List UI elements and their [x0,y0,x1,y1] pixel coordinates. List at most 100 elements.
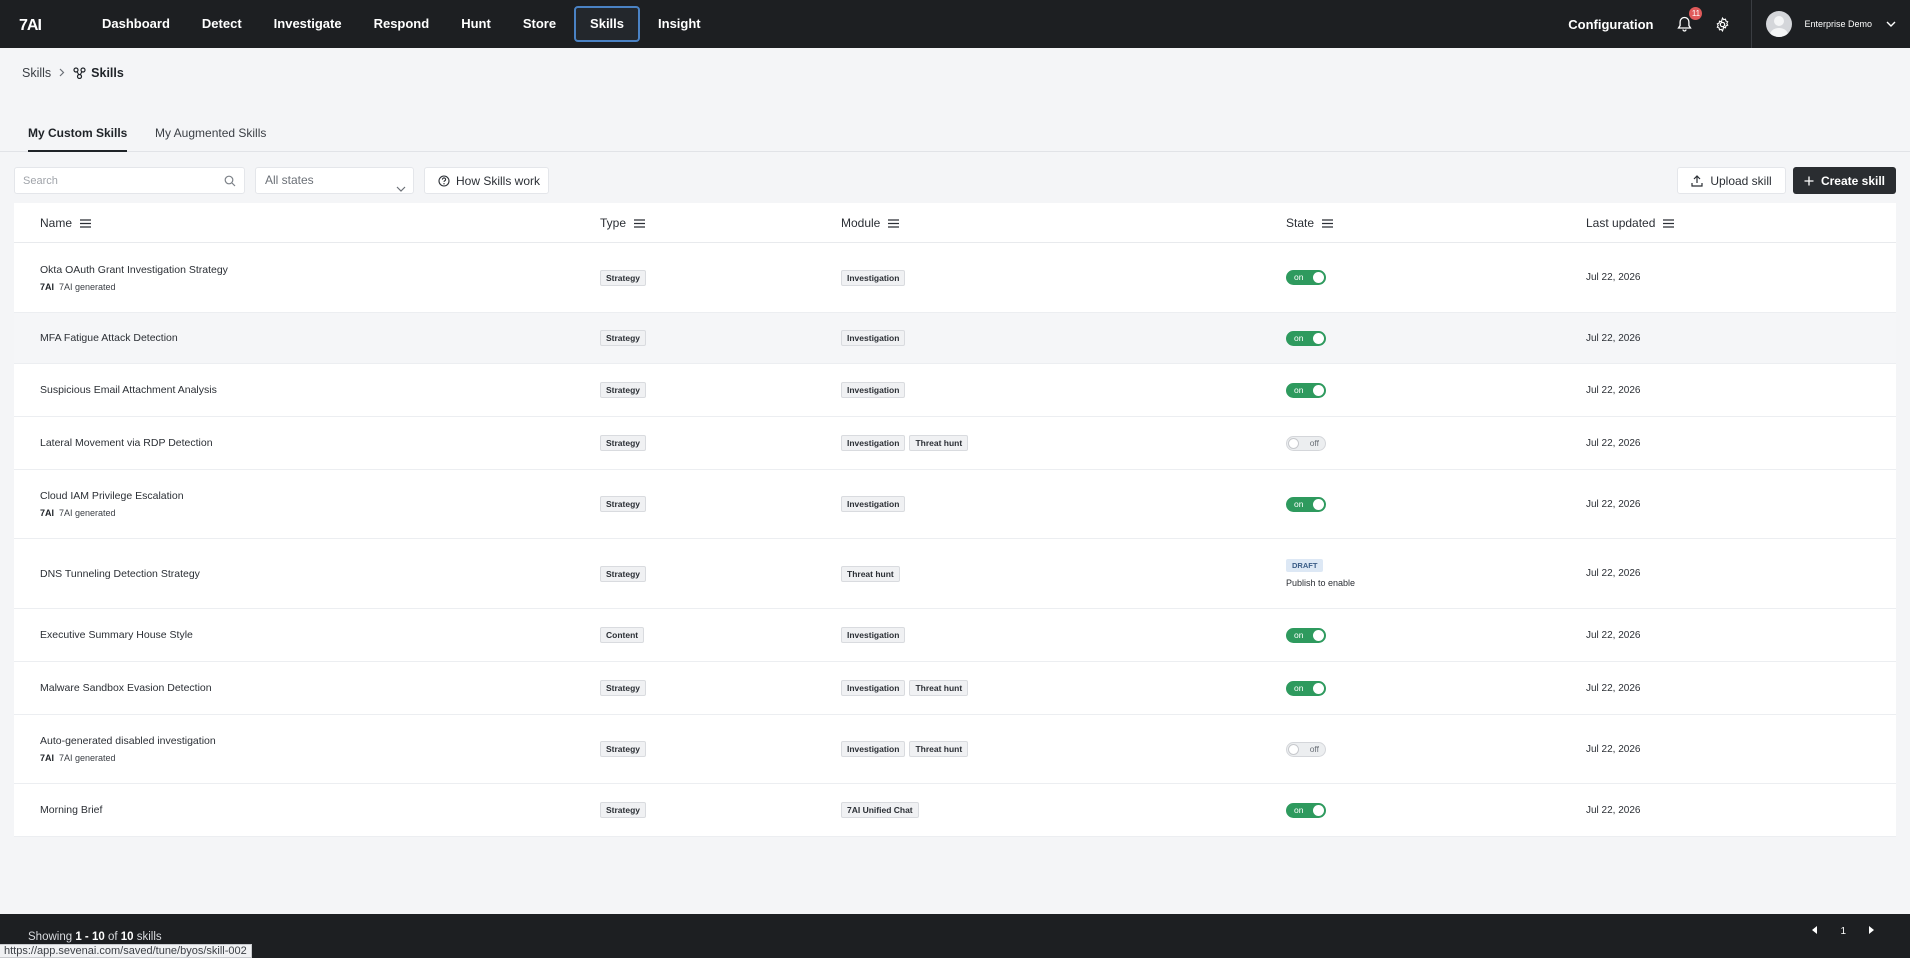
nav-item-skills[interactable]: Skills [574,6,641,42]
skill-name[interactable]: Auto-generated disabled investigation [40,735,216,747]
breadcrumb-separator [59,66,65,80]
chevron-down-icon [1886,21,1896,27]
table-row[interactable]: Malware Sandbox Evasion Detection Strateg… [14,662,1896,715]
ai-generated-label: 7AI 7AI generated [40,282,228,292]
prev-page-button[interactable] [1812,926,1818,937]
table-row[interactable]: Morning Brief Strategy 7AI Unified Chat on J… [14,784,1896,837]
name-cell: Malware Sandbox Evasion Detection [40,662,212,714]
nav-item-hunt[interactable]: Hunt [447,6,505,42]
table-row[interactable]: MFA Fatigue Attack Detection Strategy Inve… [14,313,1896,364]
name-cell: Okta OAuth Grant Investigation Strategy 7… [40,243,228,312]
help-icon [438,174,450,187]
tab-my-augmented-skills[interactable]: My Augmented Skills [155,126,266,152]
state-toggle[interactable]: on [1286,382,1326,398]
nav-item-detect[interactable]: Detect [188,6,256,42]
breadcrumb-skills-link[interactable]: Skills [22,66,51,80]
upload-skill-button[interactable]: Upload skill [1677,167,1786,194]
create-skill-button[interactable]: Create skill [1793,167,1896,194]
state-toggle[interactable]: off [1286,741,1326,757]
module-cell: Investigation [841,243,909,312]
logo[interactable]: 7AI [19,14,53,34]
chevron-down-icon [396,176,406,201]
state-toggle[interactable]: on [1286,627,1326,643]
next-page-button[interactable] [1868,926,1874,937]
how-skills-work-button[interactable]: How Skills work [424,167,549,194]
table-row[interactable]: Executive Summary House Style Content Inve… [14,609,1896,662]
toggle-label: on [1294,332,1304,343]
skill-name[interactable]: Executive Summary House Style [40,629,193,641]
table-row[interactable]: Lateral Movement via RDP Detection Strate… [14,417,1896,470]
state-toggle[interactable]: on [1286,330,1326,346]
column-header-module[interactable]: Module [841,203,900,243]
state-toggle[interactable]: on [1286,802,1326,818]
skill-name[interactable]: DNS Tunneling Detection Strategy [40,568,200,580]
column-menu-button[interactable] [1314,218,1334,228]
toggle-label: on [1294,384,1304,395]
table-row[interactable]: Auto-generated disabled investigation 7AI… [14,715,1896,784]
table-row[interactable]: Suspicious Email Attachment Analysis Stra… [14,364,1896,417]
configuration-link[interactable]: Configuration [1568,17,1653,32]
state-toggle[interactable]: on [1286,496,1326,512]
name-cell: Cloud IAM Privilege Escalation 7AI 7AI gen… [40,470,184,538]
toggle-knob [1313,682,1324,694]
state-toggle[interactable]: off [1286,435,1326,451]
showing-total: 10 [120,931,134,943]
type-tag: Strategy [600,802,647,818]
table-row[interactable]: Cloud IAM Privilege Escalation 7AI 7AI gen… [14,470,1896,539]
state-toggle[interactable]: on [1286,270,1326,285]
nav-item-insight[interactable]: Insight [644,6,715,42]
skill-name[interactable]: Morning Brief [40,804,102,816]
user-menu[interactable]: Enterprise Demo [1752,0,1910,48]
notifications-button[interactable]: 11 [1673,7,1703,35]
updated-cell: Jul 22, 2026 [1586,539,1641,608]
page-number[interactable]: 1 [1840,926,1846,937]
skill-name[interactable]: Suspicious Email Attachment Analysis [40,384,217,396]
nav-item-respond[interactable]: Respond [360,6,444,42]
settings-button[interactable] [1711,13,1733,35]
column-menu-button[interactable] [626,218,646,228]
type-cell: Strategy [600,313,650,363]
updated-cell: Jul 22, 2026 [1586,715,1641,783]
state-cell: on [1286,784,1326,836]
table-row[interactable]: Okta OAuth Grant Investigation Strategy 7… [14,243,1896,313]
module-tag: Investigation [841,496,906,512]
skill-name[interactable]: Cloud IAM Privilege Escalation [40,490,184,502]
caret-left-icon [1812,926,1818,934]
column-header-type[interactable]: Type [600,203,646,243]
column-menu-button[interactable] [1655,218,1675,228]
toggle-label: on [1294,682,1304,693]
type-cell: Strategy [600,364,650,416]
skill-name[interactable]: Malware Sandbox Evasion Detection [40,682,212,694]
toggle-label: off [1309,743,1319,754]
state-cell: on [1286,243,1326,312]
plus-icon [1804,176,1814,185]
state-filter-select[interactable]: All states [255,167,414,194]
nav-item-investigate[interactable]: Investigate [260,6,356,42]
type-tag: Content [600,627,645,643]
skill-name[interactable]: MFA Fatigue Attack Detection [40,332,178,344]
column-header-label: Last updated [1586,216,1656,230]
name-cell: MFA Fatigue Attack Detection [40,313,178,363]
column-header-last-updated[interactable]: Last updated [1586,203,1675,243]
skill-name[interactable]: Lateral Movement via RDP Detection [40,437,213,449]
column-menu-button[interactable] [880,218,900,228]
tab-my-custom-skills[interactable]: My Custom Skills [28,126,128,152]
nav-item-dashboard[interactable]: Dashboard [88,6,184,42]
skill-name[interactable]: Okta OAuth Grant Investigation Strategy [40,264,228,276]
column-header-state[interactable]: State [1286,203,1334,243]
table-row[interactable]: DNS Tunneling Detection Strategy Strategy… [14,539,1896,609]
column-header-name[interactable]: Name [40,203,92,243]
column-menu-icon [1322,218,1334,228]
search-box [14,167,245,194]
nav-item-store[interactable]: Store [509,6,570,42]
updated-cell: Jul 22, 2026 [1586,243,1641,312]
skill-tabs: My Custom Skills My Augmented Skills [0,120,1910,152]
state-filter-value: All states [265,173,314,187]
module-tag: Threat hunt [909,680,969,696]
caret-right-icon [1869,926,1874,934]
column-menu-button[interactable] [72,218,92,228]
breadcrumb: Skills Skills [22,66,124,80]
ai-generated-text: 7AI generated [59,281,116,292]
state-toggle[interactable]: on [1286,680,1326,696]
search-input[interactable] [15,168,215,193]
